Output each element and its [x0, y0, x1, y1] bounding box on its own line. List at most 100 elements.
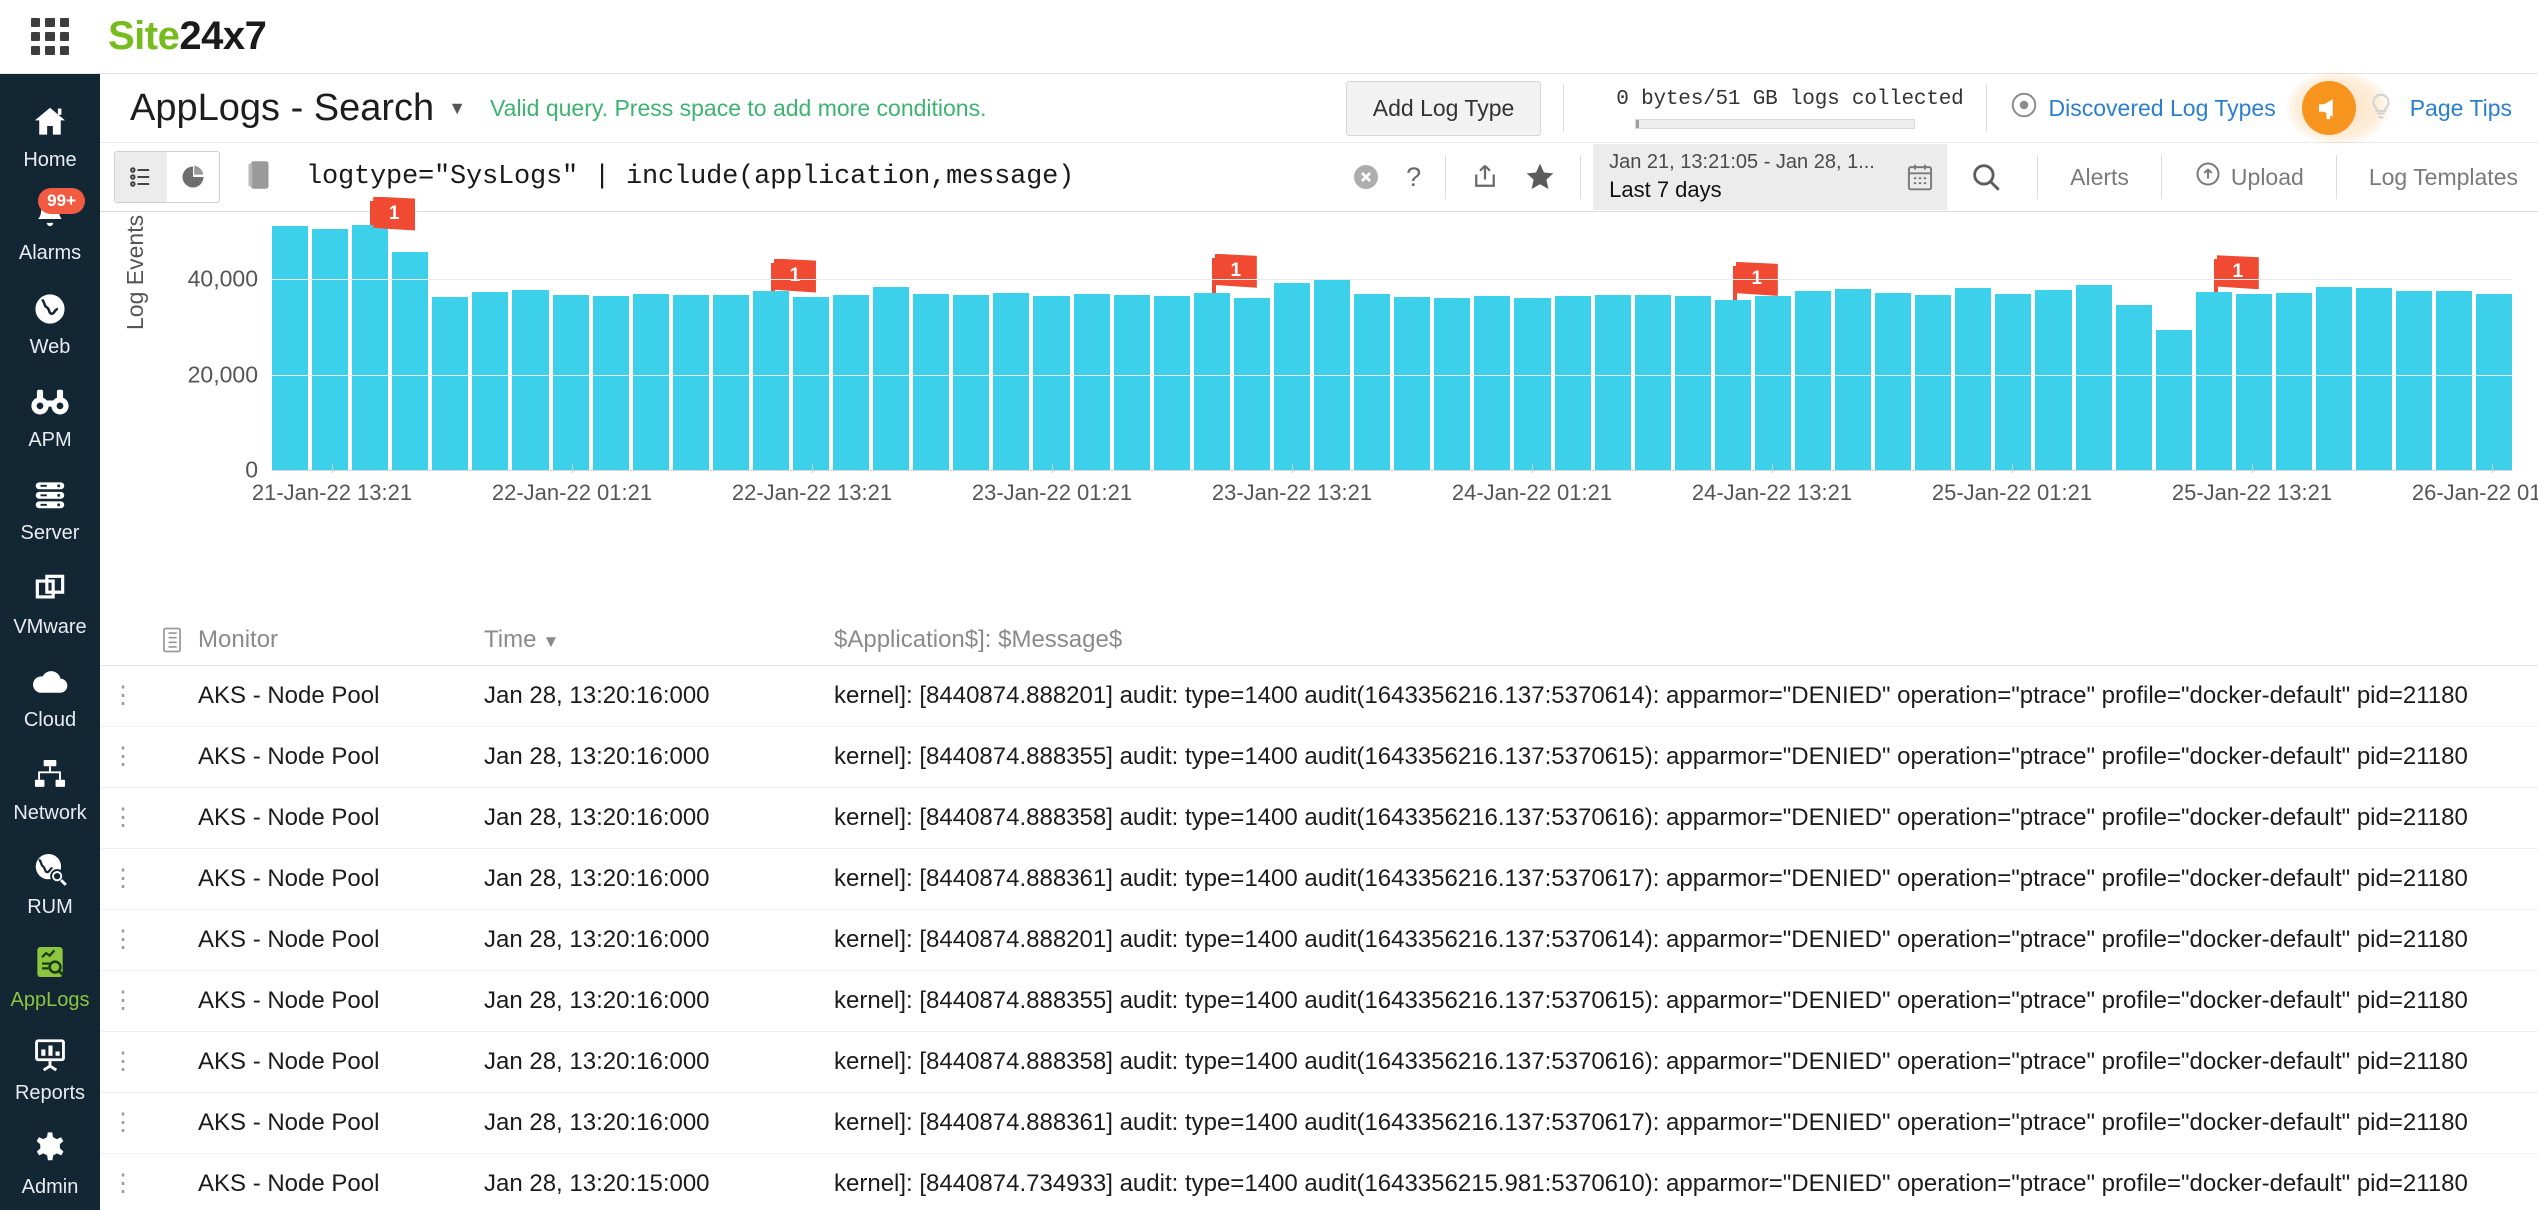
date-range-selector[interactable]: Jan 21, 13:21:05 - Jan 28, 1... Last 7 d… [1593, 144, 1894, 210]
sidebar-item-network[interactable]: Network [0, 743, 100, 836]
chart-bar[interactable] [1514, 298, 1551, 470]
chart-bar[interactable] [592, 295, 629, 470]
chart-bar[interactable] [2155, 330, 2192, 470]
view-mode-toggle[interactable] [114, 151, 220, 203]
chart-bar[interactable] [2115, 305, 2152, 470]
table-row[interactable]: ⋮ AKS - Node Pool Jan 28, 13:20:16:000 kern… [100, 666, 2538, 727]
chart-bar[interactable]: 1 [1193, 253, 1257, 470]
column-header-message[interactable]: $Application$]: $Message$ [834, 626, 2538, 654]
chart-bar[interactable] [712, 295, 749, 470]
row-menu-dots-icon[interactable]: ⋮ [111, 927, 135, 951]
row-menu-dots-icon[interactable]: ⋮ [111, 866, 135, 890]
column-options-icon[interactable] [146, 625, 198, 655]
calendar-icon[interactable] [1893, 144, 1948, 210]
chart-bar[interactable] [1835, 288, 1872, 470]
table-row[interactable]: ⋮ AKS - Node Pool Jan 28, 13:20:16:000 kern… [100, 788, 2538, 849]
table-row[interactable]: ⋮ AKS - Node Pool Jan 28, 13:20:16:000 kern… [100, 849, 2538, 910]
chart-bar[interactable]: 1 [752, 258, 816, 470]
chart-bar[interactable] [793, 297, 830, 470]
chart-bar[interactable] [632, 294, 669, 470]
chart-bar[interactable] [1995, 293, 2032, 470]
sidebar-item-web[interactable]: Web [0, 277, 100, 370]
chart-bar[interactable] [1915, 294, 1952, 470]
chart-bar[interactable] [1153, 295, 1190, 470]
chart-bar[interactable] [2075, 285, 2112, 470]
row-drag-handle[interactable]: ⋮ [100, 1171, 146, 1195]
table-row[interactable]: ⋮ AKS - Node Pool Jan 28, 13:20:16:000 kern… [100, 727, 2538, 788]
row-menu-dots-icon[interactable]: ⋮ [111, 744, 135, 768]
chart-bar[interactable] [1113, 294, 1150, 470]
chart-bar[interactable] [1033, 296, 1070, 470]
pie-chart-view-icon[interactable] [167, 152, 219, 202]
chart-bar[interactable] [672, 294, 709, 470]
chart-bar[interactable] [1674, 296, 1711, 470]
chart-bar[interactable] [953, 295, 990, 470]
add-log-type-button[interactable]: Add Log Type [1345, 80, 1542, 136]
chart-bar[interactable] [913, 294, 950, 470]
chart-bar[interactable] [1794, 290, 1832, 470]
chart-bar[interactable] [472, 291, 509, 470]
chart-bar[interactable] [2396, 290, 2433, 470]
page-title-dropdown-caret[interactable]: ▼ [448, 98, 466, 119]
chart-bar[interactable] [1073, 293, 1110, 470]
table-row[interactable]: ⋮ AKS - Node Pool Jan 28, 13:20:16:000 kern… [100, 910, 2538, 971]
chart-bar[interactable] [1634, 294, 1671, 470]
table-row[interactable]: ⋮ AKS - Node Pool Jan 28, 13:20:16:000 kern… [100, 1093, 2538, 1154]
list-view-icon[interactable] [115, 152, 167, 202]
chart-bar[interactable]: 1 [1714, 261, 1778, 470]
sidebar-item-cloud[interactable]: Cloud [0, 650, 100, 743]
search-icon[interactable] [1947, 160, 2025, 194]
sidebar-item-apm[interactable]: APM [0, 370, 100, 463]
chart-bar[interactable] [1354, 294, 1391, 470]
app-switcher-icon[interactable] [28, 15, 72, 59]
log-templates-link[interactable]: Log Templates [2349, 164, 2538, 191]
row-menu-dots-icon[interactable]: ⋮ [111, 988, 135, 1012]
row-drag-handle[interactable]: ⋮ [100, 1110, 146, 1134]
table-row[interactable]: ⋮ AKS - Node Pool Jan 28, 13:20:16:000 kern… [100, 1032, 2538, 1093]
chart-bar[interactable] [873, 286, 910, 470]
row-drag-handle[interactable]: ⋮ [100, 805, 146, 829]
chart-bar[interactable] [1474, 295, 1511, 470]
page-tips-group[interactable]: Page Tips [2285, 71, 2512, 145]
chart-bar[interactable] [1754, 295, 1791, 470]
sidebar-item-admin[interactable]: Admin [0, 1117, 100, 1210]
chart-bar[interactable] [993, 292, 1030, 470]
chart-bar[interactable] [1955, 288, 1992, 470]
sidebar-item-home[interactable]: Home [0, 90, 100, 183]
page-tips-link[interactable]: Page Tips [2410, 95, 2512, 122]
share-icon[interactable] [1458, 162, 1512, 192]
chart-bar[interactable] [2235, 294, 2272, 470]
chart-bar[interactable] [1233, 298, 1270, 470]
clear-query-icon[interactable] [1338, 161, 1394, 193]
chart-bar[interactable] [833, 294, 870, 470]
chart-bar[interactable] [1594, 295, 1631, 470]
chart-bar[interactable] [432, 297, 469, 470]
row-drag-handle[interactable]: ⋮ [100, 927, 146, 951]
chart-bar[interactable] [1434, 297, 1471, 470]
row-drag-handle[interactable]: ⋮ [100, 988, 146, 1012]
discovered-log-types-link[interactable]: Discovered Log Types [2009, 90, 2276, 126]
site24x7-logo[interactable]: Site24x7 [108, 14, 267, 59]
chart-bar[interactable] [1554, 295, 1591, 470]
row-drag-handle[interactable]: ⋮ [100, 1049, 146, 1073]
alerts-link[interactable]: Alerts [2050, 164, 2149, 191]
row-menu-dots-icon[interactable]: ⋮ [111, 683, 135, 707]
sidebar-item-rum[interactable]: RUM [0, 837, 100, 930]
chart-bar[interactable] [2035, 289, 2072, 470]
upload-link[interactable]: Upload [2174, 160, 2324, 194]
chart-bar[interactable] [1273, 282, 1311, 470]
row-drag-handle[interactable]: ⋮ [100, 744, 146, 768]
chart-bar[interactable] [312, 228, 349, 470]
chart-bar[interactable] [1875, 292, 1912, 470]
sidebar-item-applogs[interactable]: AppLogs [0, 930, 100, 1023]
chart-bar[interactable] [512, 289, 549, 470]
announcement-icon[interactable] [2301, 81, 2356, 135]
chart-bar[interactable] [2476, 294, 2513, 470]
table-row[interactable]: ⋮ AKS - Node Pool Jan 28, 13:20:15:000 kern… [100, 1154, 2538, 1210]
chart-bar[interactable]: 1 [352, 196, 416, 470]
sidebar-item-server[interactable]: Server [0, 463, 100, 556]
chart-bar[interactable]: 1 [2195, 255, 2259, 470]
row-menu-dots-icon[interactable]: ⋮ [111, 1049, 135, 1073]
column-header-monitor[interactable]: Monitor [198, 626, 484, 654]
sidebar-item-reports[interactable]: Reports [0, 1023, 100, 1116]
